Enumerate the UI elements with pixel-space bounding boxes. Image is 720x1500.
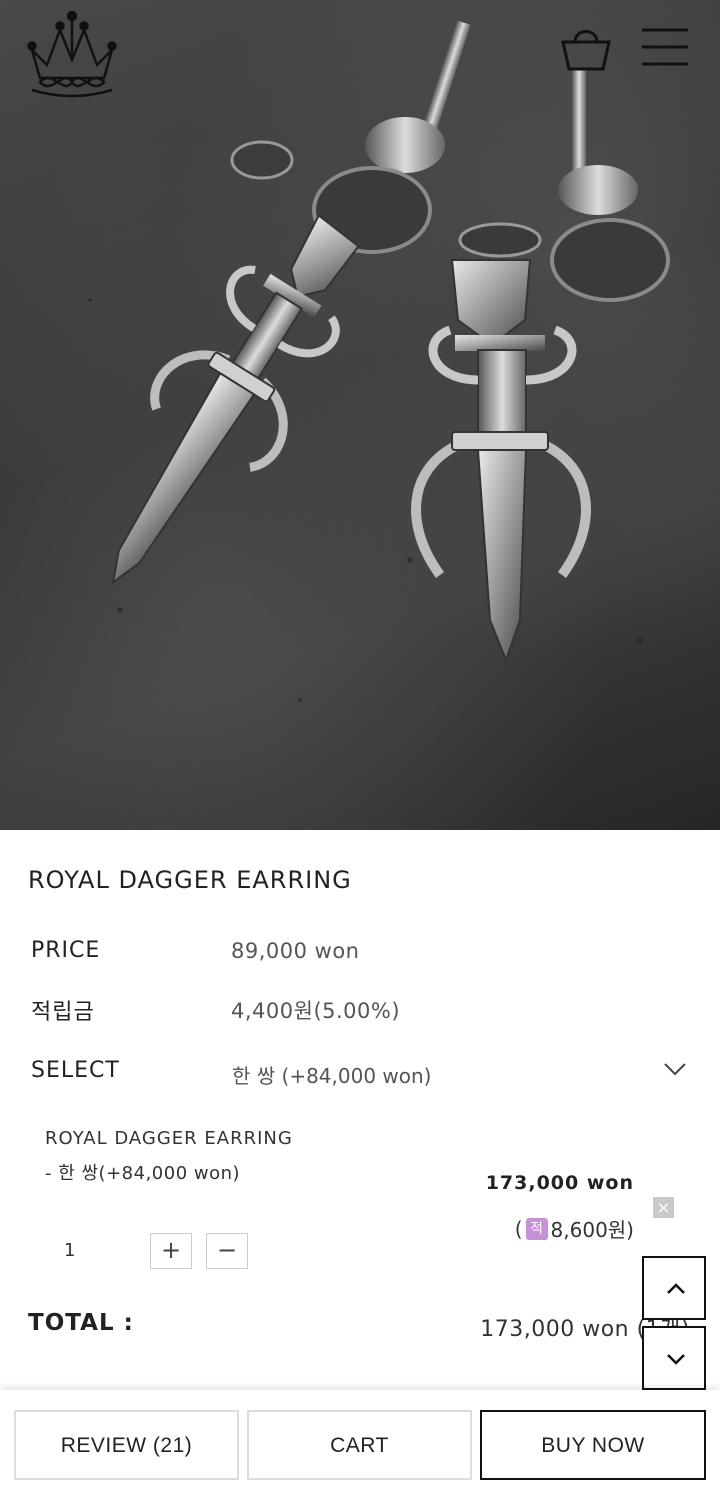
remove-option-button[interactable]: × <box>653 1197 674 1218</box>
select-label: SELECT <box>31 1058 120 1083</box>
hamburger-menu-icon <box>642 28 688 66</box>
total-label: TOTAL : <box>28 1310 134 1336</box>
chevron-down-icon <box>664 1063 686 1076</box>
buy-now-button[interactable]: BUY NOW <box>480 1410 706 1480</box>
scroll-bottom-button[interactable] <box>642 1326 706 1390</box>
option-select-value: 한 쌍 (+84,000 won) <box>232 1064 432 1088</box>
price-value: 89,000 won <box>231 939 360 963</box>
chevron-down-icon <box>667 1354 685 1365</box>
points-open-paren: ( <box>514 1216 523 1241</box>
option-select[interactable]: 한 쌍 (+84,000 won) <box>222 1052 692 1096</box>
selected-option-name: ROYAL DAGGER EARRING <box>45 1128 293 1149</box>
quantity-value[interactable]: 1 <box>64 1240 75 1261</box>
review-button[interactable]: REVIEW (21) <box>14 1410 239 1480</box>
selected-option-detail: - 한 쌍(+84,000 won) <box>45 1163 241 1184</box>
points-label: 적립금 <box>31 1000 95 1025</box>
product-image <box>0 0 720 830</box>
selected-option-points: ( 적 8,600원) <box>515 1214 634 1243</box>
quantity-plus-button[interactable]: + <box>150 1233 192 1269</box>
points-value: 4,400원(5.00%) <box>231 999 401 1023</box>
selected-option-points-value: 8,600원) <box>550 1218 634 1242</box>
product-title: ROYAL DAGGER EARRING <box>28 866 352 894</box>
bottom-action-bar: REVIEW (21) CART BUY NOW <box>0 1390 720 1500</box>
crown-infinity-logo-icon[interactable] <box>22 10 122 100</box>
scroll-top-button[interactable] <box>642 1256 706 1320</box>
cart-header-button[interactable] <box>558 24 614 74</box>
price-label: PRICE <box>31 938 101 963</box>
quantity-minus-button[interactable]: − <box>206 1233 248 1269</box>
hamburger-menu-button[interactable] <box>640 26 690 68</box>
add-to-cart-button[interactable]: CART <box>247 1410 472 1480</box>
chevron-up-icon <box>667 1283 685 1294</box>
dagger-earring-photo <box>88 20 670 762</box>
points-badge-icon: 적 <box>525 1217 548 1240</box>
shopping-basket-icon <box>561 30 611 71</box>
selected-option-price: 173,000 won <box>485 1172 634 1194</box>
